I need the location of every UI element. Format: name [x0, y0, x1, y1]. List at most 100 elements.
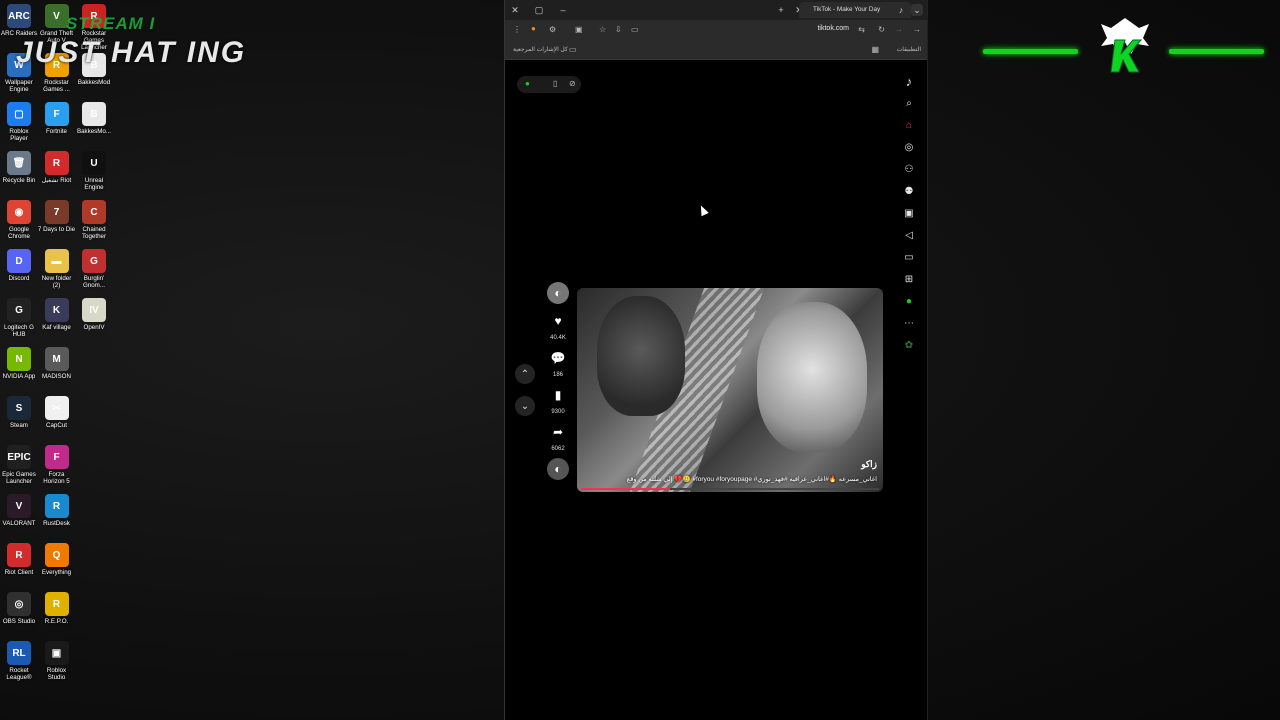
desktop-icon-label: Wallpaper Engine — [5, 79, 33, 93]
tab-title: TikTok - Make Your Day — [813, 6, 881, 13]
music-disc[interactable]: ◐ — [545, 458, 571, 480]
live-icon[interactable]: ▣ — [899, 202, 919, 224]
home-icon[interactable]: ⌂ — [899, 114, 919, 136]
search-icon[interactable]: ⌕ — [899, 92, 919, 114]
desktop-icon[interactable]: ◎ OBS Studio — [0, 592, 38, 625]
stream-subtitle: STREAM I — [66, 14, 156, 33]
desktop-icon[interactable]: R R.E.P.O. — [38, 592, 76, 625]
desktop-icon[interactable]: D Discord — [0, 249, 38, 282]
desktop-icon-label: OpenIV — [83, 324, 105, 331]
desktop-icon-label: Kaf village — [42, 324, 71, 331]
desktop-icon[interactable]: S Steam — [0, 396, 38, 429]
desktop-icon[interactable]: ✂ CapCut — [38, 396, 76, 429]
apps-bookmark[interactable]: التطبيقات — [897, 46, 921, 53]
app-icon: R — [44, 151, 69, 175]
tab-search-icon[interactable]: ⌄ — [911, 4, 923, 16]
all-bookmarks[interactable]: كل الإشارات المرجعية — [513, 46, 568, 53]
share-button[interactable]: ➦ 6062 — [545, 421, 571, 452]
video-progress[interactable] — [581, 488, 879, 490]
new-tab-icon[interactable]: + — [775, 4, 787, 16]
tiktok-side-rail: ♪ ⌕ ⌂ ◎ ⚇ ⚉ ▣ ◁ ▭ ⊞ ● ⋯ ✿ — [899, 70, 919, 356]
desktop-icon-label: CapCut — [46, 422, 67, 429]
forward-icon[interactable]: → — [895, 25, 903, 34]
desktop-icon[interactable]: N NVIDIA App — [0, 347, 38, 380]
previous-video-button[interactable]: ⌃ — [515, 364, 535, 384]
desktop-icon[interactable]: V VALORANT — [0, 494, 38, 527]
desktop-icon[interactable]: R تشغيل Riot — [38, 151, 76, 184]
comment-button[interactable]: 💬 186 — [545, 347, 571, 378]
creator-avatar[interactable]: ◐ — [545, 282, 571, 304]
app-icon: EPIC — [7, 445, 31, 469]
desktop-icon-label: Unreal Engine — [84, 177, 104, 191]
desktop-icon[interactable]: RL Rocket League® — [0, 641, 38, 681]
next-video-button[interactable]: ⌄ — [515, 396, 535, 416]
activity-icon[interactable]: ▭ — [899, 246, 919, 268]
save-count: 9300 — [551, 409, 565, 415]
site-settings-icon[interactable]: ⇆ — [858, 25, 865, 34]
friends-icon[interactable]: ⚉ — [899, 180, 919, 202]
desktop-icon[interactable]: IV OpenIV — [75, 298, 113, 331]
back-icon[interactable]: → — [913, 25, 921, 34]
desktop-icon-label: Recycle Bin — [2, 177, 36, 184]
following-icon[interactable]: ⚇ — [899, 158, 919, 180]
desktop-icon-label: Rockstar Games ... — [43, 79, 70, 93]
desktop-icon[interactable]: ARC ARC Raiders — [0, 4, 38, 37]
desktop-icon[interactable]: U Unreal Engine — [75, 151, 113, 191]
app-icon: K — [44, 298, 69, 322]
desktop-icon[interactable]: F Forza Horizon 5 — [38, 445, 76, 485]
close-icon[interactable]: ✕ — [509, 4, 521, 16]
desktop-icon-label: Chained Together — [81, 226, 107, 240]
desktop-icon-label: Epic Games Launcher — [2, 471, 36, 485]
desktop-icon[interactable]: ▣ Roblox Studio — [38, 641, 76, 681]
desktop-icon[interactable]: M MADISON — [38, 347, 76, 380]
upload-icon[interactable]: ⊞ — [899, 268, 919, 290]
desktop-icon[interactable]: R Riot Client — [0, 543, 38, 576]
app-icon: 7 — [44, 200, 69, 224]
like-button[interactable]: ♥ 40.4K — [545, 310, 571, 341]
profile-avatar-icon[interactable]: ● — [899, 290, 919, 312]
profile-icon[interactable]: ● — [531, 24, 536, 33]
desktop-icon[interactable]: EPIC Epic Games Launcher — [0, 445, 38, 485]
desktop-icon[interactable]: B BakkesMo... — [75, 102, 113, 135]
puzzle-icon[interactable]: ▣ — [575, 25, 583, 34]
device-icon[interactable]: ▯ — [553, 79, 557, 88]
extension-badge-icon[interactable]: ● — [525, 79, 530, 88]
messages-icon[interactable]: ◁ — [899, 224, 919, 246]
share-count: 6062 — [551, 446, 565, 452]
url-field[interactable]: tiktok.com — [817, 25, 849, 32]
restore-icon[interactable]: ▢ — [533, 4, 545, 16]
cast-icon[interactable]: ▭ — [631, 25, 639, 34]
desktop-icon-label: Everything — [41, 569, 72, 576]
comment-icon: 💬 — [550, 351, 566, 365]
desktop-icon[interactable]: G Logitech G HUB — [0, 298, 38, 338]
desktop-icon[interactable]: F Fortnite — [38, 102, 76, 135]
desktop-icon[interactable]: R RustDesk — [38, 494, 76, 527]
app-icon: R — [44, 592, 69, 616]
app-icon: G — [82, 249, 106, 273]
desktop-icon[interactable]: K Kaf village — [38, 298, 76, 331]
download-icon[interactable]: ⇩ — [615, 25, 622, 34]
extension-icon[interactable]: ⚙ — [549, 25, 556, 34]
reload-icon[interactable]: ↻ — [878, 25, 885, 34]
desktop-icon[interactable]: Q Everything — [38, 543, 76, 576]
settings-icon[interactable]: ⊘ — [569, 79, 576, 88]
bookmark-star-icon[interactable]: ☆ — [599, 25, 606, 34]
desktop-icon[interactable]: 🗑 Recycle Bin — [0, 151, 38, 184]
desktop-icon[interactable]: C Chained Together — [75, 200, 113, 240]
desktop-icon[interactable]: ▬ New folder (2) — [38, 249, 76, 289]
tiktok-logo-icon[interactable]: ♪ — [899, 70, 919, 92]
menu-icon[interactable]: ⋮ — [513, 25, 521, 34]
app-icon: ◎ — [7, 592, 31, 616]
video-person-left — [597, 296, 685, 416]
save-button[interactable]: ▮ 9300 — [545, 384, 571, 415]
explore-icon[interactable]: ◎ — [899, 136, 919, 158]
coin-icon[interactable]: ✿ — [899, 334, 919, 356]
desktop-icon[interactable]: ◉ Google Chrome — [0, 200, 38, 240]
more-icon[interactable]: ⋯ — [899, 312, 919, 334]
minimize-icon[interactable]: – — [557, 4, 569, 16]
video-player[interactable]: زاكو إلي شلته من وقع 💔🥲 #foryou #foryoup… — [577, 288, 883, 492]
desktop-icon[interactable]: ▢ Roblox Player — [0, 102, 38, 142]
desktop-icon[interactable]: 7 7 Days to Die — [38, 200, 76, 233]
desktop-icon[interactable]: G Burglin' Gnom... — [75, 249, 113, 289]
like-count: 40.4K — [550, 335, 566, 341]
